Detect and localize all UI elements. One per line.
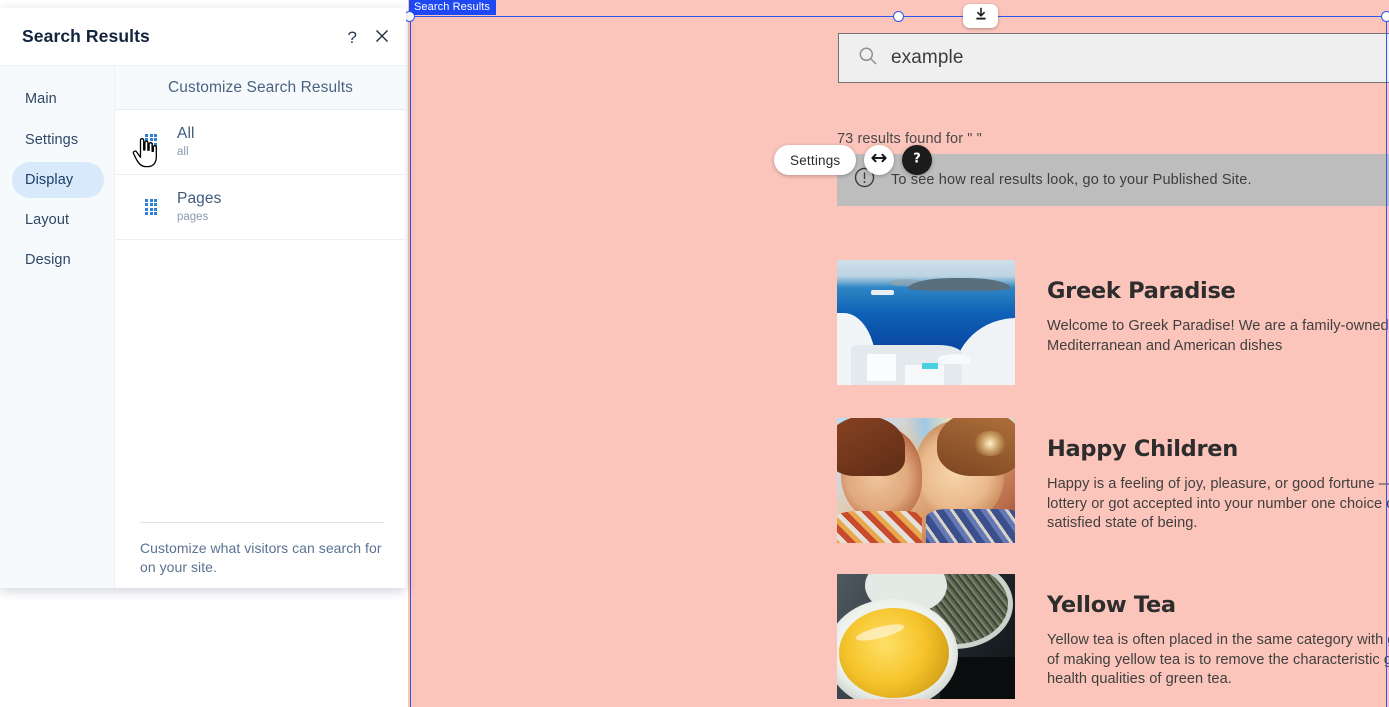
display-option-sublabel: pages: [177, 210, 209, 223]
footer-divider: [140, 522, 384, 523]
panel-body: Main Settings Display Layout Design Cust…: [0, 66, 406, 588]
result-description: Welcome to Greek Paradise! We are a fami…: [1047, 318, 1389, 354]
sidebar-item-main[interactable]: Main: [12, 81, 104, 117]
sidebar-item-layout[interactable]: Layout: [12, 202, 104, 238]
download-icon: [973, 6, 989, 27]
panel-footer-text: Customize what visitors can search for o…: [140, 540, 382, 575]
component-selection-label: Search Results: [409, 0, 496, 15]
component-floating-toolbar: Settings ?: [774, 145, 933, 175]
search-result-item[interactable]: Greek Paradise Welcome to Greek Paradise…: [837, 260, 1389, 385]
result-title[interactable]: Happy Children: [1047, 436, 1389, 462]
horizontal-arrows-icon: [870, 149, 888, 172]
panel-main-content: Customize Search Results All all Pages p…: [115, 66, 406, 588]
search-result-item[interactable]: Happy Children Happy is a feeling of joy…: [837, 418, 1389, 543]
search-icon: [858, 46, 878, 71]
editor-screen: example × 73 results found for " " To se…: [0, 0, 1389, 707]
search-input[interactable]: example ×: [838, 33, 1389, 83]
display-option-label: Pages: [177, 189, 222, 207]
help-button[interactable]: ?: [902, 145, 933, 175]
display-option-sublabel: all: [177, 145, 189, 158]
sidebar-item-display[interactable]: Display: [12, 162, 104, 198]
question-mark-icon[interactable]: ?: [348, 29, 357, 46]
result-title[interactable]: Yellow Tea: [1047, 592, 1389, 618]
sidebar-item-label: Layout: [25, 212, 70, 228]
result-description: Yellow tea is often placed in the same c…: [1047, 632, 1389, 687]
result-thumbnail: [837, 418, 1015, 543]
panel-sidebar-nav: Main Settings Display Layout Design: [0, 66, 115, 588]
panel-footer: Customize what visitors can search for o…: [140, 522, 384, 576]
display-option-row[interactable]: Pages pages: [115, 175, 406, 240]
sidebar-item-label: Main: [25, 91, 57, 107]
help-circle-icon: ?: [907, 148, 927, 173]
sidebar-item-label: Display: [25, 172, 74, 188]
sidebar-item-settings[interactable]: Settings: [12, 122, 104, 158]
stretch-button[interactable]: [864, 145, 895, 175]
panel-title: Search Results: [22, 26, 150, 46]
settings-panel: Search Results ? Main Settings Display L…: [0, 8, 406, 588]
result-title[interactable]: Greek Paradise: [1047, 278, 1389, 304]
settings-button[interactable]: Settings: [774, 145, 857, 175]
drag-handle-icon[interactable]: [145, 198, 158, 216]
preview-notice-text: To see how real results look, go to your…: [891, 172, 1252, 188]
download-button[interactable]: [963, 4, 998, 28]
search-input-value: example: [891, 47, 964, 68]
result-description: Happy is a feeling of joy, pleasure, or …: [1047, 476, 1389, 531]
sidebar-item-label: Design: [25, 252, 71, 268]
result-thumbnail: [837, 574, 1015, 699]
display-option-label: All: [177, 124, 195, 142]
site-preview-canvas[interactable]: example × 73 results found for " " To se…: [408, 0, 1389, 707]
search-result-item[interactable]: Yellow Tea Yellow tea is often placed in…: [837, 574, 1389, 699]
resize-handle-top-center[interactable]: [893, 11, 904, 22]
result-thumbnail: [837, 260, 1015, 385]
panel-header-actions: ?: [348, 8, 390, 66]
section-title: Customize Search Results: [115, 66, 406, 110]
display-option-row[interactable]: All all: [115, 110, 406, 175]
sidebar-item-label: Settings: [25, 132, 79, 148]
sidebar-item-design[interactable]: Design: [12, 242, 104, 278]
svg-text:?: ?: [914, 151, 922, 166]
panel-header: Search Results ?: [0, 8, 406, 66]
drag-handle-icon[interactable]: [145, 133, 158, 151]
resize-handle-top-right[interactable]: [1381, 11, 1389, 22]
close-icon[interactable]: [374, 28, 390, 47]
